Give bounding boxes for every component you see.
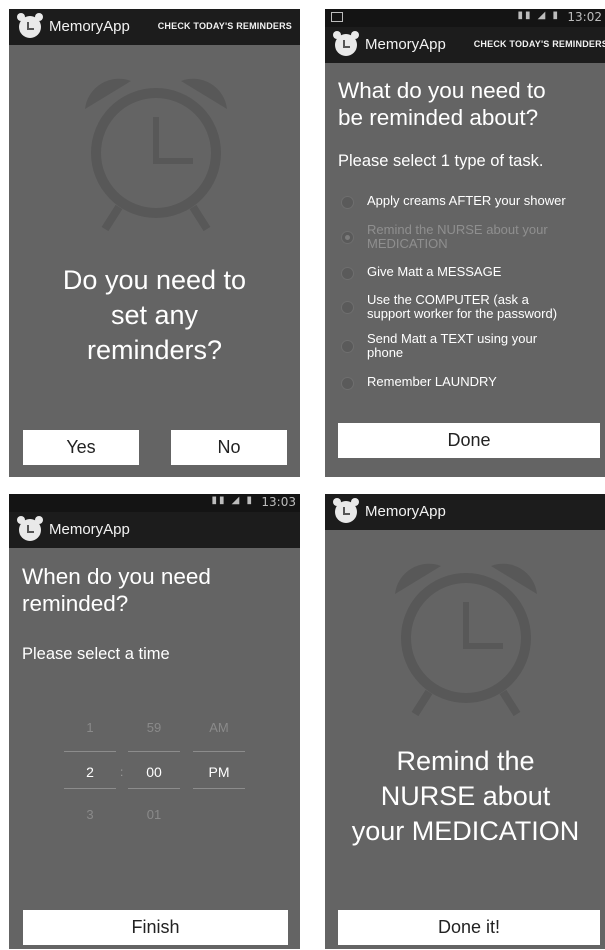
hour-prev[interactable]: 1 <box>64 720 116 735</box>
radio-button[interactable] <box>341 340 354 353</box>
status-time: 13:03 <box>261 495 296 509</box>
time-subheading: Please select a time <box>22 645 170 663</box>
app-title: MemoryApp <box>365 503 446 520</box>
task-option-computer[interactable]: Use the COMPUTER (ask a support worker fo… <box>325 293 605 323</box>
minute-prev[interactable]: 59 <box>128 720 180 735</box>
app-logo-icon <box>17 516 43 541</box>
minute-selected[interactable]: 00 <box>128 764 180 780</box>
finish-button[interactable]: Finish <box>23 910 288 945</box>
task-option-creams[interactable]: Apply creams AFTER your shower <box>325 194 605 224</box>
app-logo-icon <box>333 498 359 523</box>
app-title: MemoryApp <box>365 36 446 53</box>
check-reminders-button[interactable]: CHECK TODAY'S REMINDERS <box>158 21 292 31</box>
task-option-nurse[interactable]: Remind the NURSE about your MEDICATION <box>325 223 605 253</box>
minute-next[interactable]: 01 <box>128 807 180 822</box>
hour-selected[interactable]: 2 <box>64 764 116 780</box>
app-logo-icon <box>17 13 43 38</box>
status-time: 13:02 <box>567 10 602 24</box>
time-heading: When do you need reminded? <box>22 564 211 616</box>
time-separator: : <box>120 765 124 779</box>
screen-select-task: ▮▮ ◢ ▮ 13:02 MemoryApp CHECK TODAY'S REM… <box>325 9 605 477</box>
ampm-selected[interactable]: PM <box>193 764 245 780</box>
yes-button[interactable]: Yes <box>23 430 139 465</box>
minute-picker[interactable]: 59 00 01 <box>128 716 180 826</box>
task-option-laundry[interactable]: Remember LAUNDRY <box>325 375 605 405</box>
radio-button[interactable] <box>341 301 354 314</box>
task-option-message[interactable]: Give Matt a MESSAGE <box>325 265 605 295</box>
hour-next[interactable]: 3 <box>64 807 116 822</box>
radio-button[interactable] <box>341 231 354 244</box>
app-bar: MemoryApp CHECK TODAY'S REMINDERS <box>9 9 300 45</box>
image-icon <box>331 12 343 22</box>
task-heading: What do you need to be reminded about? <box>338 78 546 130</box>
ampm-prev[interactable]: AM <box>193 720 245 735</box>
status-bar: ▮▮ ◢ ▮ 13:02 <box>325 9 605 27</box>
radio-button[interactable] <box>341 196 354 209</box>
task-option-text[interactable]: Send Matt a TEXT using your phone <box>325 332 605 362</box>
radio-button[interactable] <box>341 377 354 390</box>
app-logo-icon <box>333 31 359 56</box>
app-bar: MemoryApp <box>325 494 605 530</box>
signal-icon: ▮▮ ◢ ▮ <box>211 495 254 506</box>
done-button[interactable]: Done <box>338 423 600 458</box>
reminder-question: Do you need to set any reminders? <box>62 265 247 365</box>
done-it-button[interactable]: Done it! <box>338 910 600 945</box>
reminder-message: Remind the NURSE about your MEDICATION <box>351 746 580 846</box>
app-title: MemoryApp <box>49 521 130 538</box>
screen-reminder-alert: MemoryApp Remind the NURSE about your ME… <box>325 494 605 949</box>
signal-icon: ▮▮ ◢ ▮ <box>517 10 560 21</box>
alarm-clock-icon <box>85 78 227 232</box>
screen-set-reminders: MemoryApp CHECK TODAY'S REMINDERS Do you… <box>9 9 300 477</box>
screen-select-time: ▮▮ ◢ ▮ 13:03 MemoryApp When do you need … <box>9 494 300 949</box>
app-bar: MemoryApp CHECK TODAY'S REMINDERS <box>325 27 605 63</box>
no-button[interactable]: No <box>171 430 287 465</box>
alarm-clock-icon <box>395 563 537 717</box>
app-bar: MemoryApp <box>9 512 300 548</box>
app-title: MemoryApp <box>49 18 130 35</box>
check-reminders-button[interactable]: CHECK TODAY'S REMINDERS <box>474 39 605 49</box>
task-subheading: Please select 1 type of task. <box>338 152 544 170</box>
status-bar: ▮▮ ◢ ▮ 13:03 <box>9 494 300 512</box>
hour-picker[interactable]: 1 2 3 <box>64 716 116 826</box>
ampm-picker[interactable]: AM PM <box>193 716 245 826</box>
radio-button[interactable] <box>341 267 354 280</box>
